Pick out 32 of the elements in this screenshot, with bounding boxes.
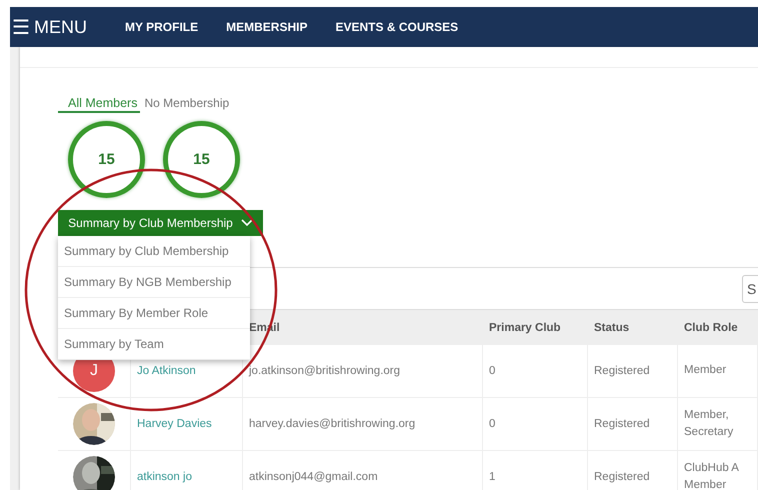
dropdown-button[interactable]: Summary by Club Membership <box>58 210 263 236</box>
menu-button[interactable]: ☰ MENU <box>10 14 87 40</box>
table-cell: jo.atkinson@britishrowing.org <box>249 365 400 377</box>
tab[interactable]: All Members <box>58 96 140 113</box>
table-cell: 0 <box>489 418 496 430</box>
nav-link[interactable]: MEMBERSHIP <box>226 20 308 34</box>
member-name-link[interactable]: Harvey Davies <box>137 418 212 430</box>
table-cell-text: Member <box>684 363 726 378</box>
member-name-link[interactable]: atkinson jo <box>137 471 192 483</box>
table-cell: harvey.davies@britishrowing.org <box>249 418 416 430</box>
table-cell-text: Member, Secretary <box>684 408 734 440</box>
table-cell-text: ClubHub A Member <box>684 460 740 490</box>
count-text: 15 <box>193 151 210 168</box>
menu-item[interactable]: Summary By Member Role <box>58 298 250 329</box>
count-text: 15 <box>98 151 115 168</box>
table-cell: Registered <box>594 418 650 430</box>
chevron-icon <box>240 219 253 227</box>
column-header: Primary Club <box>488 322 562 334</box>
table-cell: atkinsonj044@gmail.com <box>249 471 378 483</box>
nav-link[interactable]: MY PROFILE <box>125 20 198 34</box>
column-header: Club Role <box>683 322 739 334</box>
menu-item[interactable]: Summary By NGB Membership <box>58 267 250 298</box>
menu-item[interactable]: Summary by Club Membership <box>58 236 250 267</box>
member-name-link[interactable]: Jo Atkinson <box>137 365 196 377</box>
table-cell: Registered <box>594 471 650 483</box>
column-header: Status <box>593 322 630 334</box>
search-field[interactable]: S <box>742 274 758 302</box>
nav-link[interactable]: EVENTS & COURSES <box>335 20 458 34</box>
table-cell: 1 <box>489 471 496 483</box>
table-cell: Registered <box>594 365 650 377</box>
tab[interactable]: No Membership <box>144 96 230 113</box>
table-cell: 0 <box>489 365 496 377</box>
